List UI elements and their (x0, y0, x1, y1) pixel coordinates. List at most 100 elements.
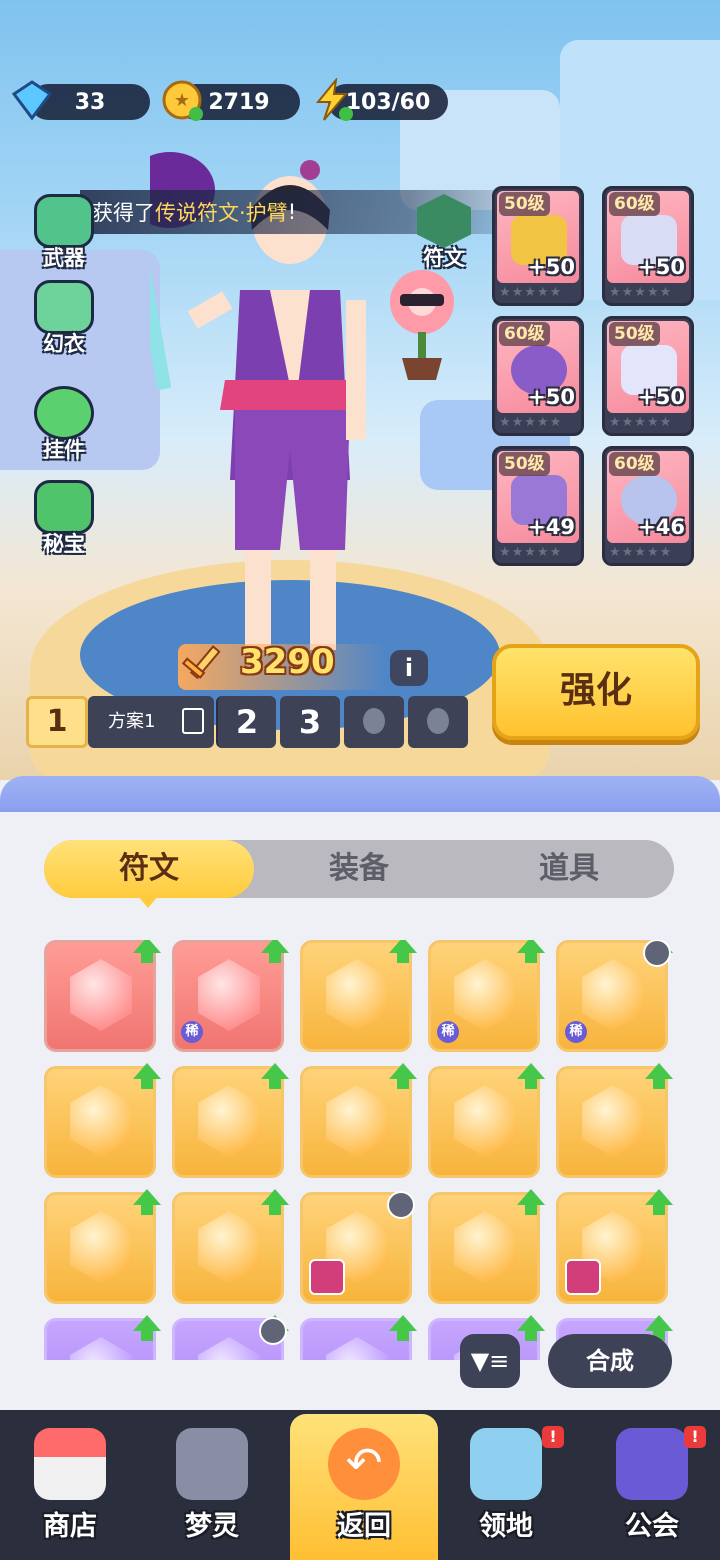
tab-runes[interactable]: 符文 (44, 840, 254, 898)
lightning-icon[interactable] (310, 78, 354, 122)
spirit-icon (176, 1428, 248, 1500)
rune-cell[interactable] (172, 1189, 289, 1304)
rune-cell[interactable] (556, 1189, 673, 1304)
nav-spirit[interactable]: 梦灵 (152, 1420, 272, 1556)
rune-cell[interactable] (44, 1315, 161, 1360)
pet-avatar-icon (309, 1259, 345, 1295)
rune-gem-icon (70, 959, 132, 1031)
side-button-weapon[interactable]: 武器 (22, 194, 106, 278)
rune-cell[interactable] (300, 1063, 417, 1178)
upgrade-arrow-icon (517, 940, 545, 963)
star-rating: ★★★★★ (609, 545, 673, 560)
notification-highlight: 传说符文·护臂 (155, 201, 288, 225)
side-button-pendant[interactable]: 挂件 (22, 386, 106, 470)
preset-tab-1[interactable]: 1 (26, 696, 88, 748)
merge-button[interactable]: 合成 (548, 1334, 672, 1388)
rune-gem-icon (70, 1085, 132, 1157)
upgrade-arrow-icon (517, 1315, 545, 1341)
coin-count: 2719 (208, 89, 270, 115)
rune-gem-icon (198, 959, 260, 1031)
side-button-treasure[interactable]: 秘宝 (22, 480, 106, 564)
upgrade-arrow-icon (261, 940, 289, 963)
side-button-label: 秘宝 (43, 532, 85, 556)
equipment-slot-jacket[interactable]: 60级 +50 ★★★★★ (602, 186, 694, 306)
rune-gem-icon (198, 1085, 260, 1157)
upgrade-arrow-icon (133, 940, 161, 963)
nav-label: 领地 (479, 1511, 533, 1542)
upgrade-arrow-icon (645, 1189, 673, 1215)
guild-icon (616, 1428, 688, 1500)
preset-tab-3[interactable]: 3 (280, 696, 340, 748)
rune-cell[interactable] (172, 1315, 289, 1360)
rune-cell[interactable] (556, 1063, 673, 1178)
upgrade-arrow-icon (261, 1063, 289, 1089)
equipment-slot-helmet[interactable]: 50级 +50 ★★★★★ (492, 186, 584, 306)
rune-gem-icon (326, 1085, 388, 1157)
star-rating: ★★★★★ (609, 285, 673, 300)
slot-level: 50级 (499, 452, 550, 476)
active-tab-pointer (138, 896, 158, 908)
filter-button[interactable]: ▼≡ (460, 1334, 520, 1388)
tab-equipment[interactable]: 装备 (254, 840, 464, 898)
inventory-tabs: 符文 装备 道具 (44, 840, 674, 898)
pendant-icon (34, 386, 94, 440)
pet-companion[interactable] (372, 262, 472, 382)
rune-cell[interactable] (44, 1063, 161, 1178)
strengthen-button[interactable]: 强化 (492, 644, 700, 740)
equipment-slot-orb[interactable]: 60级 +46 ★★★★★ (602, 446, 694, 566)
equipment-slot-pants[interactable]: 50级 +50 ★★★★★ (602, 316, 694, 436)
rune-cell[interactable]: 稀 (172, 940, 289, 1052)
slot-level: 60级 (609, 452, 660, 476)
rune-gem-icon (454, 1211, 516, 1283)
upgrade-arrow-icon (517, 1063, 545, 1089)
rune-cell[interactable] (428, 1063, 545, 1178)
info-button[interactable]: i (390, 650, 428, 686)
preset-tab-locked-4[interactable] (344, 696, 404, 748)
upgrade-arrow-icon (133, 1063, 161, 1089)
tab-items[interactable]: 道具 (464, 840, 674, 898)
side-button-label: 武器 (43, 246, 85, 270)
side-button-label: 挂件 (43, 438, 85, 462)
side-button-costume[interactable]: 幻衣 (22, 280, 106, 364)
rune-cell[interactable]: 稀 (428, 940, 545, 1052)
panel-header-strip (0, 776, 720, 812)
nav-label: 梦灵 (185, 1511, 239, 1542)
territory-icon (470, 1428, 542, 1500)
rune-gem-icon (326, 1337, 388, 1360)
rune-cell[interactable] (300, 940, 417, 1052)
slot-level: 50级 (609, 322, 660, 346)
rune-gem-icon (582, 959, 644, 1031)
rune-cell[interactable] (428, 1189, 545, 1304)
rare-tag: 稀 (437, 1021, 459, 1043)
preset-tab-2[interactable]: 2 (216, 696, 276, 748)
nav-return[interactable]: ↶ 返回 (304, 1420, 424, 1556)
preset-name-field[interactable]: 方案1 (88, 696, 214, 748)
rune-cell[interactable] (172, 1063, 289, 1178)
nav-shop[interactable]: 商店 (10, 1420, 130, 1556)
edit-icon (182, 708, 204, 734)
lock-icon (643, 940, 671, 967)
nav-label: 公会 (625, 1511, 679, 1542)
notification-suffix: ! (287, 200, 297, 224)
guild-alert-badge: ! (684, 1426, 706, 1448)
nav-label: 商店 (43, 1511, 97, 1542)
territory-alert-badge: ! (542, 1426, 564, 1448)
equipment-slot-bracer[interactable]: 60级 +50 ★★★★★ (492, 316, 584, 436)
rune-gem-icon (70, 1337, 132, 1360)
costume-icon (34, 280, 94, 334)
power-value: 3290 (240, 642, 335, 682)
equipment-slot-shoes[interactable]: 50级 +49 ★★★★★ (492, 446, 584, 566)
lock-icon (363, 708, 385, 734)
upgrade-arrow-icon (389, 1063, 417, 1089)
preset-tab-locked-5[interactable] (408, 696, 468, 748)
rune-cell[interactable] (44, 1189, 161, 1304)
rune-cell[interactable] (44, 940, 161, 1052)
slot-level: 60级 (499, 322, 550, 346)
coin-icon[interactable]: ★ (160, 78, 204, 122)
rune-cell[interactable]: 稀 (556, 940, 673, 1052)
diamond-count: 33 (74, 89, 106, 115)
rune-cell[interactable] (300, 1191, 415, 1304)
rune-button[interactable]: 符文 (402, 194, 486, 278)
rune-gem-icon (454, 959, 516, 1031)
rune-cell[interactable] (300, 1315, 417, 1360)
